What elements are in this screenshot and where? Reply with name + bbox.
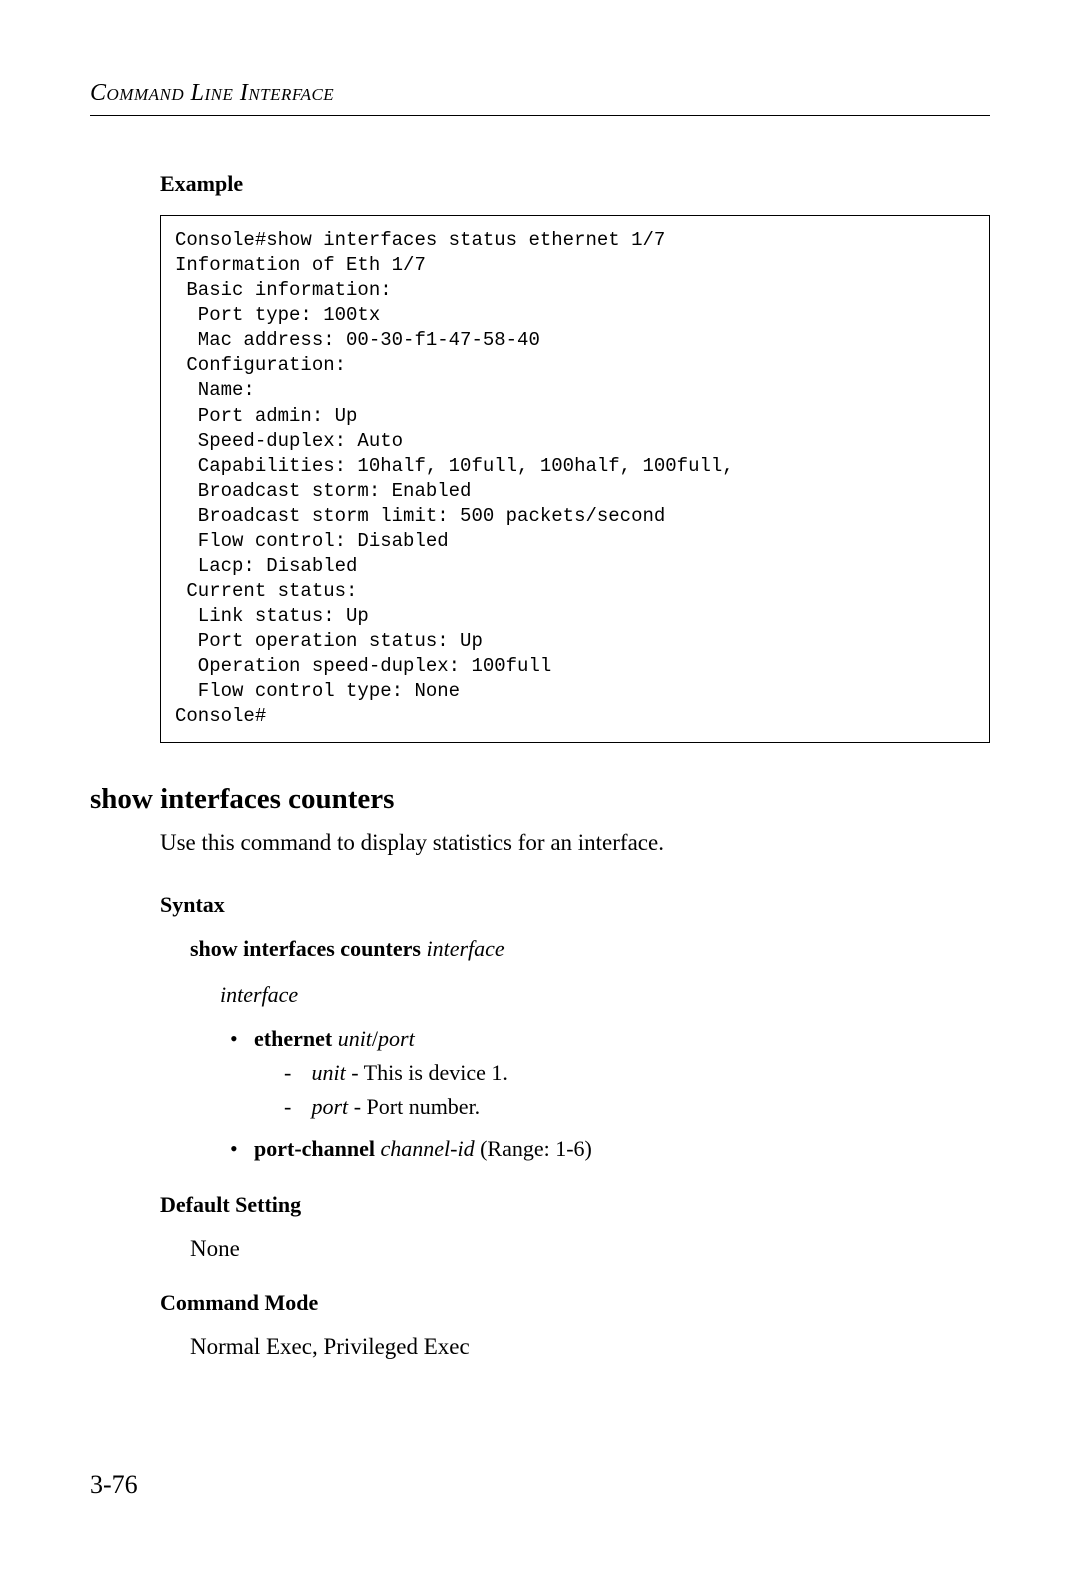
- default-setting-value: None: [190, 1236, 990, 1262]
- command-mode-value: Normal Exec, Privileged Exec: [190, 1334, 990, 1360]
- syntax-command-arg: interface: [426, 936, 504, 961]
- page-number: 3-76: [90, 1470, 138, 1500]
- unit-label: unit: [312, 1060, 346, 1085]
- bullet-icon: •: [230, 1136, 254, 1162]
- bullet-icon: •: [230, 1026, 254, 1126]
- unit-text: - This is device 1.: [346, 1060, 508, 1085]
- sub-port: - port - Port number.: [284, 1094, 990, 1120]
- portchannel-arg: channel-id: [381, 1136, 475, 1161]
- command-description: Use this command to display statistics f…: [160, 830, 990, 856]
- param-portchannel: • port-channel channel-id (Range: 1-6): [230, 1136, 990, 1162]
- syntax-command-bold: show interfaces counters: [190, 936, 426, 961]
- dash-icon: -: [284, 1094, 306, 1120]
- command-mode-label: Command Mode: [160, 1290, 990, 1316]
- sub-unit: - unit - This is device 1.: [284, 1060, 990, 1086]
- default-setting-label: Default Setting: [160, 1192, 990, 1218]
- ethernet-port-arg: port: [378, 1026, 415, 1051]
- header-rule: [90, 115, 990, 116]
- portchannel-keyword: port-channel: [254, 1136, 381, 1161]
- console-output: Console#show interfaces status ethernet …: [160, 215, 990, 743]
- portchannel-range: (Range: 1-6): [475, 1136, 592, 1161]
- param-ethernet: • ethernet unit/port - unit - This is de…: [230, 1026, 990, 1126]
- dash-icon: -: [284, 1060, 306, 1086]
- param-list: • ethernet unit/port - unit - This is de…: [230, 1026, 990, 1162]
- syntax-command: show interfaces counters interface: [190, 936, 990, 962]
- ethernet-keyword: ethernet: [254, 1026, 338, 1051]
- ethernet-unit-arg: unit: [338, 1026, 372, 1051]
- interface-param: interface: [220, 982, 990, 1008]
- port-label: port: [312, 1094, 349, 1119]
- example-label: Example: [160, 171, 990, 197]
- port-text: - Port number.: [348, 1094, 480, 1119]
- command-heading: show interfaces counters: [90, 783, 990, 816]
- page-header: Command Line Interface: [90, 80, 990, 107]
- syntax-label: Syntax: [160, 892, 990, 918]
